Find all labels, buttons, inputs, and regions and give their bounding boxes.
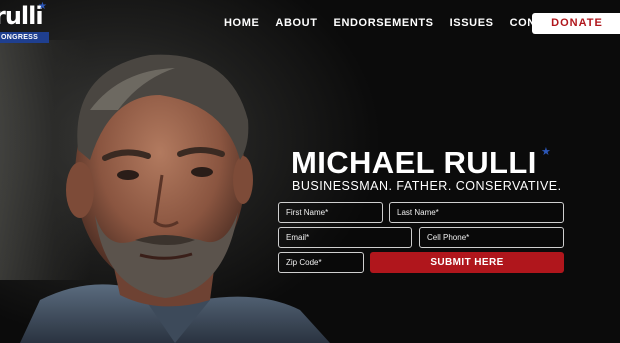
nav-home[interactable]: HOME — [224, 17, 259, 29]
nav-issues[interactable]: ISSUES — [450, 17, 494, 29]
donate-button[interactable]: DONATE — [532, 13, 620, 34]
logo-band: ONGRESS — [0, 32, 49, 43]
candidate-name: MICHAEL RULLI — [291, 145, 537, 180]
site-logo[interactable]: rulli ★ ONGRESS — [0, 0, 52, 44]
nav-endorsements[interactable]: ENDORSEMENTS — [334, 17, 434, 29]
star-icon: ★ — [541, 146, 551, 158]
nav-about[interactable]: ABOUT — [275, 17, 317, 29]
candidate-tagline: BUSINESSMAN. FATHER. CONSERVATIVE. — [292, 179, 562, 193]
last-name-field[interactable] — [389, 202, 564, 223]
main-nav: HOME ABOUT ENDORSEMENTS ISSUES CONTACT — [224, 17, 583, 29]
star-icon: ★ — [38, 1, 47, 12]
cell-phone-field[interactable] — [419, 227, 564, 248]
submit-button[interactable]: SUBMIT HERE — [370, 252, 564, 273]
logo-wordmark: rulli — [0, 2, 44, 30]
zip-code-field[interactable] — [278, 252, 364, 273]
email-field[interactable] — [278, 227, 412, 248]
first-name-field[interactable] — [278, 202, 383, 223]
